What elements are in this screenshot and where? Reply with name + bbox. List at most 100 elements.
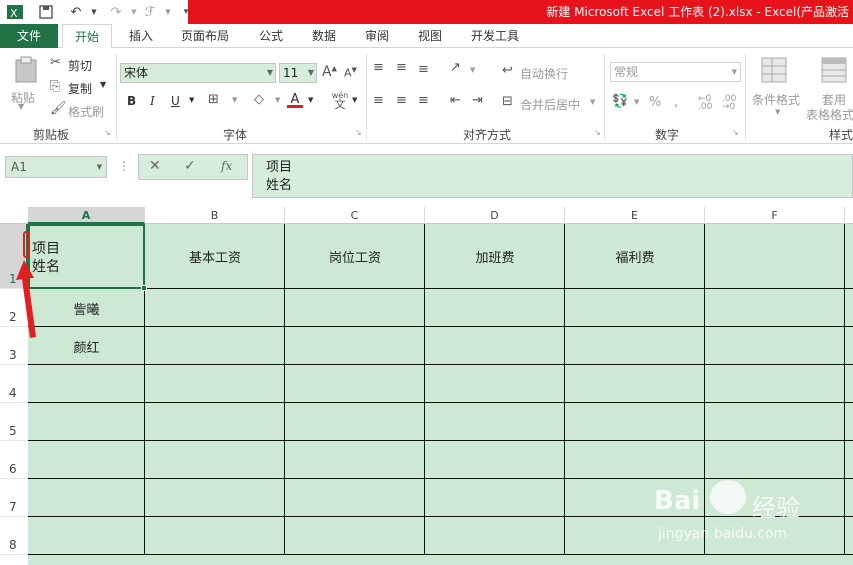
align-right-icon[interactable]: ≡: [418, 93, 429, 108]
cell-a1-line-1: 项目: [32, 241, 60, 257]
tab-home[interactable]: 开始: [62, 24, 112, 49]
cell-b1[interactable]: 基本工资: [145, 247, 285, 266]
row-header-4[interactable]: 4: [0, 365, 28, 403]
redo-icon[interactable]: ↷: [106, 2, 126, 22]
increase-decimal-icon[interactable]: ←0.00: [698, 95, 712, 112]
decrease-indent-icon[interactable]: ⇤: [450, 93, 461, 108]
tab-data[interactable]: 数据: [303, 24, 345, 48]
conditional-dropdown-icon[interactable]: ▼: [775, 108, 780, 116]
column-header-a[interactable]: A: [28, 207, 145, 224]
copy-button[interactable]: 复制: [68, 80, 92, 97]
enter-icon[interactable]: ✓: [184, 158, 196, 174]
save-icon[interactable]: [36, 2, 56, 22]
cell-d1[interactable]: 加班费: [425, 247, 565, 266]
undo-dropdown-icon[interactable]: ▼: [84, 2, 104, 22]
number-launcher-icon[interactable]: ↘: [732, 128, 739, 137]
align-left-icon[interactable]: ≡: [373, 93, 384, 108]
increase-indent-icon[interactable]: ⇥: [472, 93, 483, 108]
column-headers: A B C D E F: [0, 207, 853, 224]
cell-a3[interactable]: 颜红: [28, 337, 145, 356]
paste-button[interactable]: 粘贴: [8, 56, 44, 106]
row-header-5[interactable]: 5: [0, 403, 28, 441]
font-color-dropdown-icon[interactable]: ▼: [308, 96, 313, 104]
alignment-launcher-icon[interactable]: ↘: [594, 128, 601, 137]
cancel-icon[interactable]: ✕: [149, 158, 161, 174]
font-color-icon[interactable]: A: [287, 92, 303, 108]
annotation-arrow-icon: [16, 260, 36, 338]
cell-a2[interactable]: 訾曦: [28, 299, 145, 318]
table-format-label-2[interactable]: 表格格式: [806, 106, 853, 123]
border-dropdown-icon[interactable]: ▼: [232, 96, 237, 104]
gridline: [28, 478, 853, 479]
fill-dropdown-icon[interactable]: ▼: [275, 96, 280, 104]
italic-button[interactable]: I: [150, 94, 155, 108]
phonetic-dropdown-icon[interactable]: ▼: [352, 96, 357, 104]
font-size-select[interactable]: 11 ▼: [279, 63, 317, 83]
cell-a1[interactable]: 项目 姓名: [28, 224, 147, 291]
tab-review[interactable]: 审阅: [356, 24, 398, 48]
column-header-b[interactable]: B: [145, 207, 285, 224]
tab-view[interactable]: 视图: [409, 24, 451, 48]
column-header-f[interactable]: F: [705, 207, 845, 224]
cell-e1[interactable]: 福利费: [565, 247, 705, 266]
currency-icon[interactable]: 💱: [612, 94, 628, 109]
font-launcher-icon[interactable]: ↘: [355, 128, 362, 137]
merge-center-button[interactable]: 合并后居中: [520, 96, 580, 113]
column-header-d[interactable]: D: [425, 207, 565, 224]
conditional-format-button[interactable]: 条件格式: [752, 91, 800, 108]
column-header-e[interactable]: E: [565, 207, 705, 224]
orientation-dropdown-icon[interactable]: ▼: [470, 66, 475, 74]
resize-handle-icon[interactable]: ⋮: [118, 159, 130, 173]
currency-dropdown-icon[interactable]: ▼: [634, 98, 639, 106]
formula-input[interactable]: 项目 姓名: [252, 154, 853, 198]
percent-button[interactable]: %: [649, 95, 661, 110]
orientation-icon[interactable]: ↗: [450, 60, 461, 75]
cut-button[interactable]: 剪切: [68, 57, 92, 74]
spelling-icon[interactable]: ℱ: [140, 2, 160, 22]
insert-function-button[interactable]: fx: [221, 159, 232, 173]
tab-developer[interactable]: 开发工具: [462, 24, 528, 48]
spelling-dropdown-icon[interactable]: ▼: [158, 2, 178, 22]
fill-handle[interactable]: [141, 285, 147, 291]
number-format-select[interactable]: 常规 ▼: [610, 62, 741, 82]
align-bottom-icon[interactable]: ≡: [418, 62, 429, 77]
align-top-icon[interactable]: ≡: [373, 60, 384, 75]
format-painter-button[interactable]: 格式刷: [68, 103, 104, 120]
annotation-highlight-box: [23, 231, 30, 258]
ribbon-divider: [116, 54, 117, 140]
paste-dropdown-icon[interactable]: ▼: [18, 102, 24, 111]
phonetic-button[interactable]: wén 文: [330, 91, 350, 111]
tab-formulas[interactable]: 公式: [250, 24, 292, 48]
align-center-icon[interactable]: ≡: [396, 93, 407, 108]
underline-button[interactable]: U: [171, 94, 180, 108]
decrease-decimal-icon[interactable]: .00 →0: [722, 95, 736, 112]
tab-file[interactable]: 文件: [0, 24, 58, 48]
row-header-6[interactable]: 6: [0, 441, 28, 479]
font-name-select[interactable]: 宋体 ▼: [120, 63, 276, 83]
name-box[interactable]: A1 ▼: [5, 156, 107, 178]
wrap-text-button[interactable]: 自动换行: [520, 65, 568, 82]
row-header-7[interactable]: 7: [0, 479, 28, 517]
border-icon[interactable]: ⊞: [208, 92, 219, 107]
undo-icon[interactable]: ↶: [66, 2, 86, 22]
merge-dropdown-icon[interactable]: ▼: [590, 98, 595, 106]
bold-button[interactable]: B: [127, 94, 136, 108]
fill-color-icon[interactable]: ◇: [254, 92, 264, 107]
phonetic-char: 文: [334, 98, 346, 111]
decrease-font-icon[interactable]: A▼: [344, 66, 357, 80]
font-group-label: 字体: [222, 128, 247, 142]
clipboard-launcher-icon[interactable]: ↘: [104, 128, 111, 137]
copy-icon: ⎘: [50, 79, 61, 94]
comma-style-icon[interactable]: ,: [674, 95, 678, 110]
align-middle-icon[interactable]: ≡: [396, 60, 407, 75]
copy-dropdown-icon[interactable]: ▼: [100, 80, 106, 89]
cell-c1[interactable]: 岗位工资: [285, 247, 425, 266]
number-format-value: 常规: [614, 65, 639, 79]
ribbon-divider: [366, 54, 367, 140]
tab-insert[interactable]: 插入: [120, 24, 162, 48]
increase-font-icon[interactable]: A▲: [322, 64, 337, 80]
underline-dropdown-icon[interactable]: ▼: [189, 96, 194, 104]
column-header-c[interactable]: C: [285, 207, 425, 224]
row-header-8[interactable]: 8: [0, 517, 28, 555]
tab-page-layout[interactable]: 页面布局: [172, 24, 238, 48]
